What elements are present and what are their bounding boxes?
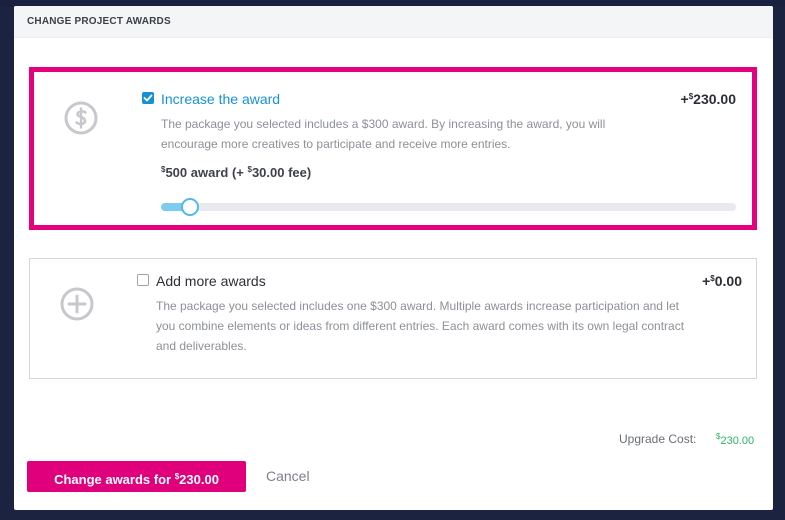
modal-title: CHANGE PROJECT AWARDS <box>27 16 171 27</box>
award-slider-handle[interactable] <box>180 198 199 216</box>
button-amount: 230.00 <box>179 472 219 487</box>
increase-award-price: +$230.00 <box>681 91 736 107</box>
change-awards-button[interactable]: Change awards for $230.00 <box>27 461 246 492</box>
award-amount-label: $500 award (+ $30.00 fee) <box>161 165 311 180</box>
add-more-awards-description: The package you selected includes one $3… <box>156 299 685 353</box>
add-more-awards-title[interactable]: Add more awards <box>156 273 266 289</box>
dollar-circle-icon <box>63 100 99 141</box>
price-amount: 0.00 <box>714 273 742 289</box>
add-more-awards-checkbox[interactable] <box>137 274 149 286</box>
upgrade-cost-value: $230.00 <box>716 432 754 447</box>
add-more-awards-option[interactable]: Add more awards +$0.00 The package you s… <box>29 258 757 379</box>
increase-award-checkbox[interactable] <box>142 92 154 104</box>
checkmark-icon <box>143 94 153 102</box>
award-slider[interactable] <box>161 198 736 216</box>
increase-award-description: The package you selected includes a $300… <box>161 117 606 151</box>
increase-award-title[interactable]: Increase the award <box>161 91 280 107</box>
plus-circle-icon <box>59 286 95 327</box>
modal-header: CHANGE PROJECT AWARDS <box>14 6 773 38</box>
cancel-button[interactable]: Cancel <box>266 468 310 484</box>
price-prefix: + <box>680 91 689 107</box>
change-awards-modal: CHANGE PROJECT AWARDS Increase the award… <box>14 6 773 510</box>
price-amount: 230.00 <box>693 91 736 107</box>
increase-award-option[interactable]: Increase the award +$230.00 The package … <box>29 67 757 230</box>
upgrade-cost-label: Upgrade Cost: <box>619 432 697 446</box>
upgrade-amount: 230.00 <box>720 435 755 447</box>
fee-text: 30.00 fee) <box>251 165 312 180</box>
button-prefix: Change awards for <box>54 472 175 487</box>
award-text: 500 award (+ <box>165 165 248 180</box>
add-more-awards-price: +$0.00 <box>702 273 742 289</box>
